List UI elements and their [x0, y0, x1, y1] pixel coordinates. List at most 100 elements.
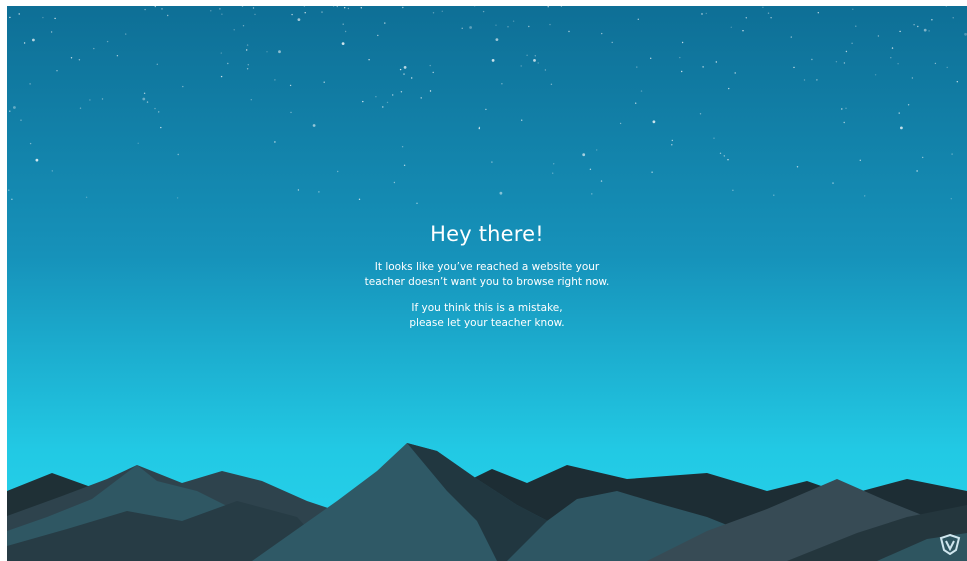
star: [499, 191, 503, 195]
star: [843, 121, 845, 124]
star: [495, 24, 497, 26]
star: [290, 111, 292, 114]
star: [952, 17, 954, 19]
star: [550, 83, 553, 86]
star: [13, 106, 16, 109]
star: [931, 19, 933, 21]
star: [32, 38, 35, 42]
star: [274, 141, 276, 143]
star: [907, 104, 910, 106]
star: [429, 64, 431, 67]
star: [154, 6, 156, 8]
star: [56, 70, 58, 72]
star: [553, 163, 555, 165]
star: [221, 13, 223, 15]
star: [441, 10, 443, 12]
star: [552, 172, 554, 174]
star: [158, 111, 160, 113]
mistake-line-2: please let your teacher know.: [409, 317, 565, 329]
star: [101, 98, 104, 100]
star: [767, 12, 770, 14]
star: [507, 26, 509, 28]
star: [416, 202, 418, 204]
star: [344, 30, 347, 33]
star: [461, 27, 463, 29]
star: [533, 59, 536, 62]
star: [297, 189, 300, 191]
star: [323, 81, 325, 83]
star: [928, 30, 930, 32]
star: [773, 194, 775, 196]
star: [156, 63, 158, 65]
shield-logo-icon: [939, 533, 961, 555]
star: [877, 35, 880, 37]
star: [403, 164, 406, 166]
star: [719, 152, 722, 154]
star: [601, 32, 603, 35]
star: [291, 13, 293, 16]
star: [336, 6, 338, 8]
star: [916, 170, 918, 172]
star: [393, 181, 396, 184]
star: [70, 57, 73, 59]
star: [429, 90, 432, 92]
star: [116, 55, 119, 57]
star: [78, 59, 81, 61]
star: [652, 120, 656, 124]
star: [220, 75, 223, 78]
star: [742, 30, 744, 32]
star: [874, 74, 877, 76]
star: [891, 47, 894, 49]
star: [332, 6, 335, 7]
star: [403, 66, 407, 69]
star: [650, 57, 652, 59]
star: [679, 56, 681, 59]
star: [377, 34, 379, 37]
star: [951, 153, 953, 155]
star: [106, 40, 109, 43]
star: [247, 64, 249, 66]
mistake-text: If you think this is a mistake, please l…: [7, 301, 967, 331]
star: [790, 36, 792, 38]
star: [900, 126, 903, 130]
star: [246, 68, 249, 70]
star: [403, 73, 405, 75]
star: [817, 12, 819, 14]
star: [321, 11, 323, 13]
star: [705, 12, 707, 15]
star: [671, 139, 673, 142]
star: [318, 191, 320, 193]
star: [154, 107, 156, 110]
star: [913, 24, 915, 26]
star: [362, 100, 364, 103]
star: [432, 71, 434, 74]
star: [241, 6, 244, 7]
star: [611, 41, 613, 44]
star: [344, 7, 346, 9]
star: [640, 90, 643, 92]
star: [401, 146, 404, 148]
star: [816, 79, 818, 81]
star: [793, 66, 795, 69]
star: [651, 171, 653, 173]
star: [219, 8, 221, 10]
star: [176, 197, 179, 199]
star: [347, 7, 350, 10]
star: [144, 8, 146, 11]
star: [337, 170, 339, 173]
star: [855, 25, 857, 27]
star: [528, 25, 530, 28]
star: [11, 198, 13, 200]
star: [161, 8, 163, 10]
star: [167, 14, 169, 17]
star: [956, 81, 958, 83]
star: [899, 30, 901, 33]
star: [125, 33, 127, 35]
block-page: Hey there! It looks like you’ve reached …: [7, 6, 967, 561]
star: [146, 101, 149, 103]
star: [671, 144, 673, 146]
star: [358, 198, 361, 200]
star: [35, 158, 39, 162]
star: [591, 193, 593, 195]
star: [375, 96, 377, 98]
